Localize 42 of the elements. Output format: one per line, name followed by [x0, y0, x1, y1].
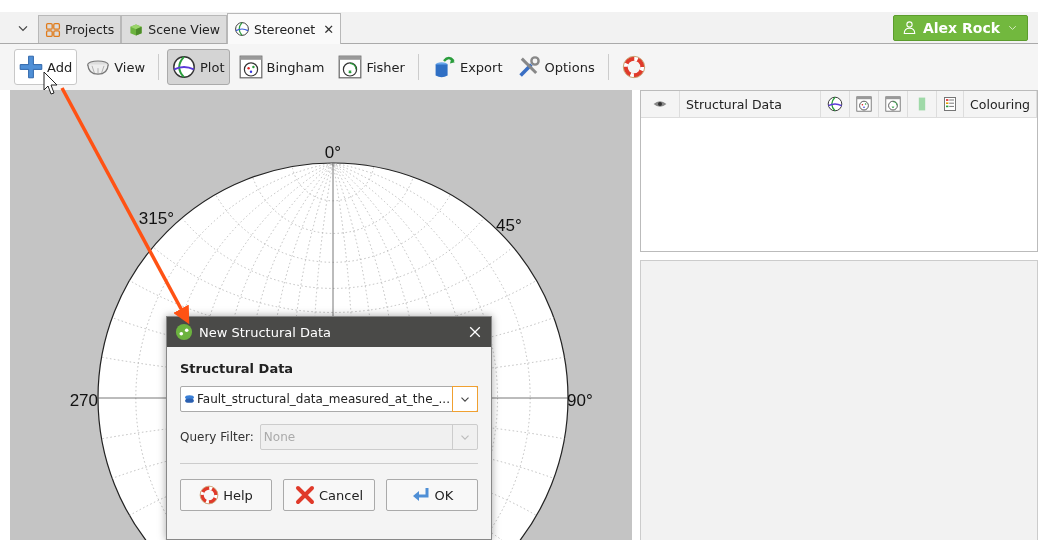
options-button[interactable]: Options — [511, 49, 600, 85]
help-button[interactable]: Help — [180, 479, 272, 511]
globe-icon — [172, 55, 197, 79]
circle-chart-icon — [885, 96, 902, 112]
legend-icon — [942, 96, 959, 112]
lifebuoy-icon — [199, 485, 220, 505]
export-button[interactable]: Export — [426, 49, 508, 85]
tab[interactable]: Stereonet ✕ — [227, 13, 342, 44]
tab[interactable]: Projects — [38, 15, 122, 43]
globe-icon — [234, 21, 251, 37]
query-filter-dropdown: None — [259, 424, 478, 450]
circle-chart-icon — [338, 55, 363, 79]
plus-icon — [19, 55, 43, 79]
user-icon — [901, 20, 917, 35]
angle-label: 315° — [138, 209, 174, 228]
section-heading: Structural Data — [180, 361, 295, 376]
dataset-dropdown[interactable]: Fault_structural_data_measured_at_the_... — [180, 386, 478, 412]
dot-chart-icon — [238, 55, 263, 79]
add-button[interactable]: Add — [14, 49, 78, 85]
angle-label: 90° — [567, 391, 593, 410]
close-icon[interactable]: ✕ — [323, 21, 335, 37]
fisher-button[interactable]: Fisher — [333, 49, 410, 85]
globe-icon — [827, 96, 844, 112]
grid-icon — [45, 21, 61, 38]
plot-button[interactable]: Plot — [167, 49, 230, 85]
dialog-title: New Structural Data — [199, 324, 332, 340]
tab[interactable]: Scene View — [121, 15, 228, 43]
lifebuoy-icon — [621, 55, 646, 79]
cancel-button[interactable]: Cancel — [283, 479, 375, 511]
angle-label: 270 — [69, 391, 98, 410]
close-icon[interactable] — [467, 324, 483, 340]
ok-button[interactable]: OK — [386, 479, 478, 511]
column-header[interactable]: Colouring — [964, 91, 1037, 117]
app-icon — [175, 323, 193, 341]
angle-label: 0° — [324, 143, 342, 162]
dot-chart-icon — [856, 96, 873, 112]
angle-label: 45° — [496, 216, 522, 235]
view-button[interactable]: View — [81, 49, 151, 85]
field-label: Query Filter: — [180, 430, 254, 444]
bingham-button[interactable]: Bingham — [233, 49, 330, 85]
column-header[interactable]: Structural Data — [680, 91, 822, 117]
cross-icon — [294, 485, 315, 505]
